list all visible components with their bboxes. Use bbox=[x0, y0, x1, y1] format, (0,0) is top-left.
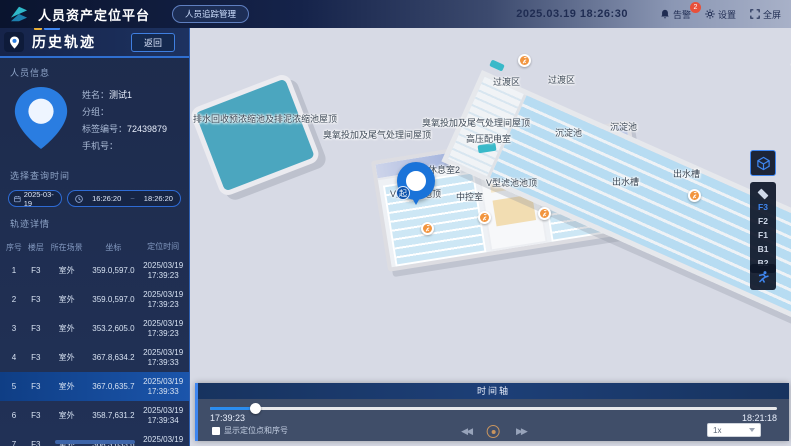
cube-icon bbox=[756, 156, 771, 171]
field-group: 分组： bbox=[82, 104, 167, 121]
time-start-value: 16:26:20 bbox=[92, 194, 121, 203]
floor-item-b1[interactable]: B1 bbox=[750, 242, 776, 256]
checkbox-label: 显示定位点和序号 bbox=[224, 425, 288, 436]
brand-logo-icon bbox=[8, 5, 30, 23]
fullscreen-label: 全屏 bbox=[763, 8, 781, 21]
checkbox-icon bbox=[212, 427, 220, 435]
calendar-icon bbox=[14, 195, 21, 203]
map-3d-view[interactable]: 排水回收预浓缩池及排泥浓缩池屋顶 臭氧投加及尾气处理间屋顶 臭氧投加及尾气处理间… bbox=[190, 28, 791, 446]
timeline-start-time: 17:39:23 bbox=[210, 413, 245, 423]
map-label: 出水槽 bbox=[612, 175, 639, 188]
time-range-separator: ~ bbox=[130, 194, 134, 203]
track-table: 序号 楼层 所在场景 坐标 定位时间 1 F3 室外 359.0,597.0 2… bbox=[0, 238, 189, 446]
rewind-button[interactable]: ◀◀ bbox=[461, 426, 471, 437]
patrol-marker-icon[interactable] bbox=[518, 54, 531, 67]
clock-icon bbox=[75, 195, 83, 203]
person-marker-tail bbox=[412, 198, 420, 205]
patrol-marker-icon[interactable] bbox=[421, 222, 434, 235]
gear-icon bbox=[705, 9, 715, 19]
person-avatar-pin-icon bbox=[10, 85, 72, 151]
floor-item-f3[interactable]: F3 bbox=[750, 200, 776, 214]
person-card: 姓名：测试1 分组： 标签编号：72439879 手机号： bbox=[0, 83, 189, 161]
map-label: V型滤池池顶 bbox=[486, 176, 537, 189]
timeline-progress bbox=[210, 407, 255, 410]
track-row[interactable]: 2 F3 室外 359.0,597.0 2025/03/1917:39:23 bbox=[0, 285, 189, 314]
map-label: 过渡区 bbox=[548, 73, 575, 86]
map-label: 沉淀池 bbox=[555, 126, 582, 139]
forward-button[interactable]: ▶▶ bbox=[516, 426, 526, 437]
date-picker[interactable]: 2025-03-19 bbox=[8, 190, 62, 207]
header-datetime: 2025.03.19 18:26:30 bbox=[516, 8, 628, 20]
back-button[interactable]: 返回 bbox=[131, 33, 175, 52]
pin-badge-icon bbox=[4, 32, 24, 52]
alarm-badge: 2 bbox=[690, 2, 701, 13]
map-label: 臭氧投加及尾气处理间屋顶 bbox=[422, 116, 530, 129]
track-row[interactable]: 6 F3 室外 358.7,631.2 2025/03/1917:39:34 bbox=[0, 401, 189, 430]
date-value: 2025-03-19 bbox=[24, 190, 56, 208]
teal-equipment-chip bbox=[489, 59, 505, 71]
timeline-title: 时间轴 bbox=[198, 383, 789, 399]
track-row-selected[interactable]: 5 F3 室外 367.0,635.7 2025/03/1917:39:33 bbox=[0, 372, 189, 401]
field-phone: 手机号： bbox=[82, 138, 167, 155]
track-row[interactable]: 4 F3 室外 367.8,634.2 2025/03/1917:39:33 bbox=[0, 343, 189, 372]
settings-label: 设置 bbox=[718, 8, 736, 21]
patrol-marker-icon[interactable] bbox=[478, 211, 491, 224]
track-row[interactable]: 1 F3 室外 359.0,597.0 2025/03/1917:39:23 bbox=[0, 256, 189, 285]
patrol-marker-icon[interactable] bbox=[538, 207, 551, 220]
map-label: 排水回收预浓缩池及排泥浓缩池屋顶 bbox=[193, 112, 337, 125]
floor-item-f2[interactable]: F2 bbox=[750, 214, 776, 228]
panel-title: 历史轨迹 bbox=[32, 32, 96, 52]
building-drain-recovery-pool[interactable] bbox=[190, 72, 321, 198]
map-label: 中控室 bbox=[456, 190, 483, 203]
floor-item-f1[interactable]: F1 bbox=[750, 228, 776, 242]
time-range-picker[interactable]: 16:26:20 ~ 18:26:20 bbox=[67, 190, 181, 207]
playback-speed-select[interactable]: 1x bbox=[707, 423, 761, 437]
tab-person-tracking[interactable]: 人员追踪管理 bbox=[172, 5, 249, 23]
time-end-value: 18:26:20 bbox=[144, 194, 173, 203]
alarm-label: 告警 bbox=[673, 8, 691, 21]
map-label: 出水槽 bbox=[673, 167, 700, 180]
show-points-checkbox[interactable]: 显示定位点和序号 bbox=[212, 425, 288, 436]
person-info-title: 人员信息 bbox=[0, 58, 189, 83]
map-label: 过渡区 bbox=[493, 75, 520, 88]
timeline-end-time: 18:21:18 bbox=[742, 413, 777, 423]
field-tag-number: 标签编号：72439879 bbox=[82, 121, 167, 138]
map-label: 沉淀池 bbox=[610, 120, 637, 133]
track-start-badge: 起 bbox=[396, 186, 410, 200]
track-detail-title: 轨迹详情 bbox=[0, 209, 189, 234]
app-title: 人员资产定位平台 bbox=[38, 5, 150, 24]
patrol-marker-icon[interactable] bbox=[688, 189, 701, 202]
field-name: 姓名：测试1 bbox=[82, 87, 167, 104]
layers-icon[interactable] bbox=[757, 186, 769, 198]
stop-record-button[interactable] bbox=[487, 425, 500, 438]
view-3d-toggle-button[interactable] bbox=[750, 150, 776, 176]
bell-icon bbox=[660, 9, 670, 19]
table-horizontal-scrollbar[interactable] bbox=[55, 440, 135, 444]
track-table-header: 序号 楼层 所在场景 坐标 定位时间 bbox=[0, 238, 189, 256]
track-row[interactable]: 3 F3 室外 353.2,605.0 2025/03/1917:39:23 bbox=[0, 314, 189, 343]
timeline-slider-track[interactable] bbox=[210, 407, 777, 410]
fullscreen-icon bbox=[750, 9, 760, 19]
query-time-title: 选择查询时间 bbox=[0, 161, 189, 186]
panel-header: 历史轨迹 返回 bbox=[0, 28, 189, 58]
fullscreen-button[interactable]: 全屏 bbox=[750, 8, 781, 21]
map-label: 高压配电室 bbox=[466, 132, 511, 145]
chevron-down-icon bbox=[749, 428, 755, 432]
running-person-icon bbox=[756, 270, 770, 284]
top-header: 人员资产定位平台 人员追踪管理 2025.03.19 18:26:30 告警 2… bbox=[0, 0, 791, 28]
history-track-panel: 历史轨迹 返回 人员信息 姓名：测试1 分组： 标签编号：72439879 bbox=[0, 28, 190, 446]
settings-button[interactable]: 设置 bbox=[705, 8, 736, 21]
person-tracking-button[interactable] bbox=[750, 264, 776, 290]
alarm-button[interactable]: 告警 2 bbox=[660, 8, 691, 21]
map-label: 臭氧投加及尾气处理间屋顶 bbox=[323, 128, 431, 141]
app-window: 人员资产定位平台 人员追踪管理 2025.03.19 18:26:30 告警 2… bbox=[0, 0, 791, 446]
person-location-marker[interactable]: 起 bbox=[397, 162, 435, 206]
floor-selector: F3 F2 F1 B1 B2 bbox=[750, 182, 776, 273]
speed-value: 1x bbox=[713, 426, 721, 435]
timeline-panel: 时间轴 17:39:23 18:21:18 显示定位点和序号 ◀◀ ▶▶ bbox=[195, 383, 789, 441]
